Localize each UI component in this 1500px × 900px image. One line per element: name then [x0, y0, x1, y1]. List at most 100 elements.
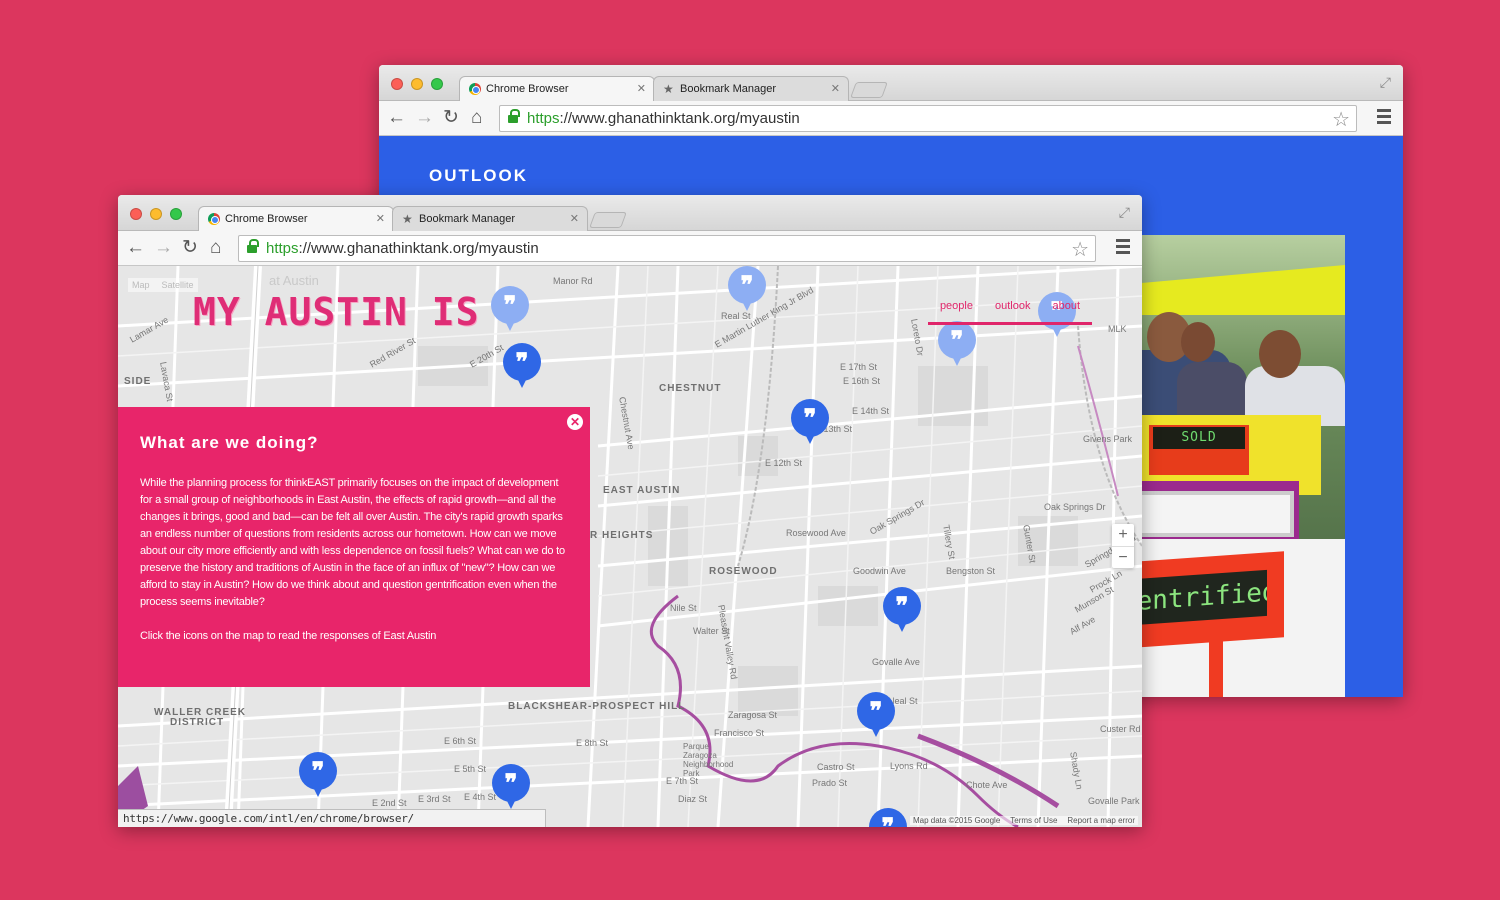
url-scheme: https [266, 240, 299, 257]
window-controls [391, 78, 443, 90]
zoom-in-button[interactable]: + [1112, 524, 1134, 546]
bookmark-star-icon[interactable]: ☆ [1332, 107, 1350, 132]
street-label: Oak Springs Dr [1044, 502, 1106, 512]
info-panel: ✕ What are we doing? While the planning … [118, 407, 590, 687]
home-icon[interactable]: ⌂ [471, 108, 482, 128]
front-browser-window: Chrome Browser ✕ ★ Bookmark Manager ✕ ⤢ … [118, 195, 1142, 827]
map-type-satellite[interactable]: Satellite [162, 280, 194, 290]
map-label-blackshear: BLACKSHEAR-PROSPECT HILL [508, 701, 686, 712]
map-label-district: DISTRICT [170, 717, 225, 728]
tab-bookmark-manager[interactable]: ★ Bookmark Manager ✕ [653, 76, 849, 101]
street-label: E 14th St [852, 406, 890, 416]
map-type-map[interactable]: Map [132, 280, 150, 290]
quote-map-pin[interactable]: ❞ [883, 587, 921, 635]
zoom-window-button[interactable] [170, 208, 182, 220]
market-photo: SOLD gentrified [1119, 235, 1345, 697]
zoom-window-button[interactable] [431, 78, 443, 90]
menu-icon[interactable] [1377, 109, 1391, 127]
street-label: Govalle Park [1088, 796, 1140, 806]
nav-people[interactable]: people [940, 300, 973, 312]
menu-icon[interactable] [1116, 239, 1130, 257]
quote-map-pin[interactable]: ❞ [492, 764, 530, 812]
reload-icon[interactable]: ↻ [443, 108, 459, 128]
star-icon: ★ [663, 82, 674, 96]
tab-chrome-browser[interactable]: Chrome Browser ✕ [459, 76, 655, 101]
quote-map-pin[interactable]: ❞ [791, 399, 829, 447]
map-type-control[interactable]: Map Satellite [128, 278, 198, 292]
map-label-side: SIDE [124, 376, 152, 387]
chrome-icon [469, 83, 481, 95]
street-label: E 16th St [843, 376, 881, 386]
new-tab-button[interactable] [589, 212, 627, 228]
star-icon: ★ [402, 212, 413, 226]
quote-map-pin[interactable]: ❞ [869, 808, 907, 827]
street-label: Francisco St [714, 728, 765, 738]
site-logo[interactable]: MY AUSTIN IS [193, 290, 480, 334]
bookmark-star-icon[interactable]: ☆ [1071, 237, 1089, 262]
map-label-chestnut: CHESTNUT [659, 383, 722, 394]
street-label: E 5th St [454, 764, 487, 774]
street-label: Govalle Ave [872, 657, 920, 667]
street-label: Custer Rd [1100, 724, 1141, 734]
minimize-window-button[interactable] [411, 78, 423, 90]
close-panel-button[interactable]: ✕ [567, 414, 583, 430]
tab-label: Bookmark Manager [419, 213, 515, 225]
street-label: E 6th St [444, 736, 477, 746]
nav-outlook[interactable]: outlook [995, 300, 1030, 312]
browser-toolbar: ← → ↻ ⌂ https://www.ghanathinktank.org/m… [118, 231, 1142, 266]
map-label-heights: R HEIGHTS [590, 530, 654, 541]
sold-sign: SOLD [1153, 427, 1245, 449]
minimize-window-button[interactable] [150, 208, 162, 220]
home-icon[interactable]: ⌂ [210, 238, 221, 258]
map-attribution: Map data ©2015 Google Terms of Use Repor… [909, 816, 1138, 825]
forward-arrow-icon[interactable]: → [154, 238, 173, 258]
address-bar[interactable]: https://www.ghanathinktank.org/myaustin … [238, 235, 1096, 262]
close-tab-icon[interactable]: ✕ [570, 212, 579, 225]
close-window-button[interactable] [130, 208, 142, 220]
street-label: Goodwin Ave [853, 566, 906, 576]
tab-label: Bookmark Manager [680, 83, 776, 95]
quote-map-pin[interactable]: ❞ [857, 692, 895, 740]
close-tab-icon[interactable]: ✕ [376, 212, 385, 225]
street-label: E 8th St [576, 738, 609, 748]
quote-map-pin[interactable]: ❞ [299, 752, 337, 800]
back-arrow-icon[interactable]: ← [387, 108, 406, 128]
close-tab-icon[interactable]: ✕ [637, 82, 646, 95]
quote-map-pin[interactable]: ❞ [491, 286, 529, 334]
fullscreen-icon[interactable]: ⤢ [1119, 204, 1130, 221]
lock-icon [508, 109, 520, 124]
address-bar[interactable]: https://www.ghanathinktank.org/myaustin … [499, 105, 1357, 132]
info-panel-title: What are we doing? [140, 433, 319, 452]
street-label: Lyons Rd [890, 761, 928, 771]
quote-map-pin[interactable]: ❞ [503, 343, 541, 391]
street-label: E 3rd St [418, 794, 451, 804]
page-heading: OUTLOOK [429, 166, 528, 185]
street-label: E 12th St [765, 458, 803, 468]
forward-arrow-icon[interactable]: → [415, 108, 434, 128]
street-label: Nile St [670, 603, 697, 613]
back-arrow-icon[interactable]: ← [126, 238, 145, 258]
close-window-button[interactable] [391, 78, 403, 90]
tab-bookmark-manager[interactable]: ★ Bookmark Manager ✕ [392, 206, 588, 231]
map-viewport[interactable]: CHESTNUT EAST AUSTIN ROSEWOOD BLACKSHEAR… [118, 266, 1142, 827]
tab-chrome-browser[interactable]: Chrome Browser ✕ [198, 206, 394, 231]
info-panel-body: While the planning process for thinkEAST… [140, 477, 565, 608]
people-figures [1119, 310, 1345, 430]
browser-toolbar: ← → ↻ ⌂ https://www.ghanathinktank.org/m… [379, 101, 1403, 136]
close-tab-icon[interactable]: ✕ [831, 82, 840, 95]
fullscreen-icon[interactable]: ⤢ [1380, 74, 1391, 91]
tab-label: Chrome Browser [486, 83, 569, 95]
terms-of-use-link[interactable]: Terms of Use [1010, 816, 1057, 825]
report-map-error-link[interactable]: Report a map error [1067, 816, 1135, 825]
link-status-bar: https://www.google.com/intl/en/chrome/br… [118, 809, 546, 827]
street-label: Prado St [812, 778, 848, 788]
street-label: Bengston St [946, 566, 996, 576]
reload-icon[interactable]: ↻ [182, 238, 198, 258]
nav-about[interactable]: about [1052, 300, 1080, 312]
tab-label: Chrome Browser [225, 213, 308, 225]
map-label-east-austin: EAST AUSTIN [603, 485, 681, 496]
quote-map-pin[interactable]: ❞ [728, 266, 766, 314]
zoom-out-button[interactable]: − [1112, 546, 1134, 568]
new-tab-button[interactable] [850, 82, 888, 98]
quote-map-pin[interactable]: ❞ [938, 321, 976, 369]
